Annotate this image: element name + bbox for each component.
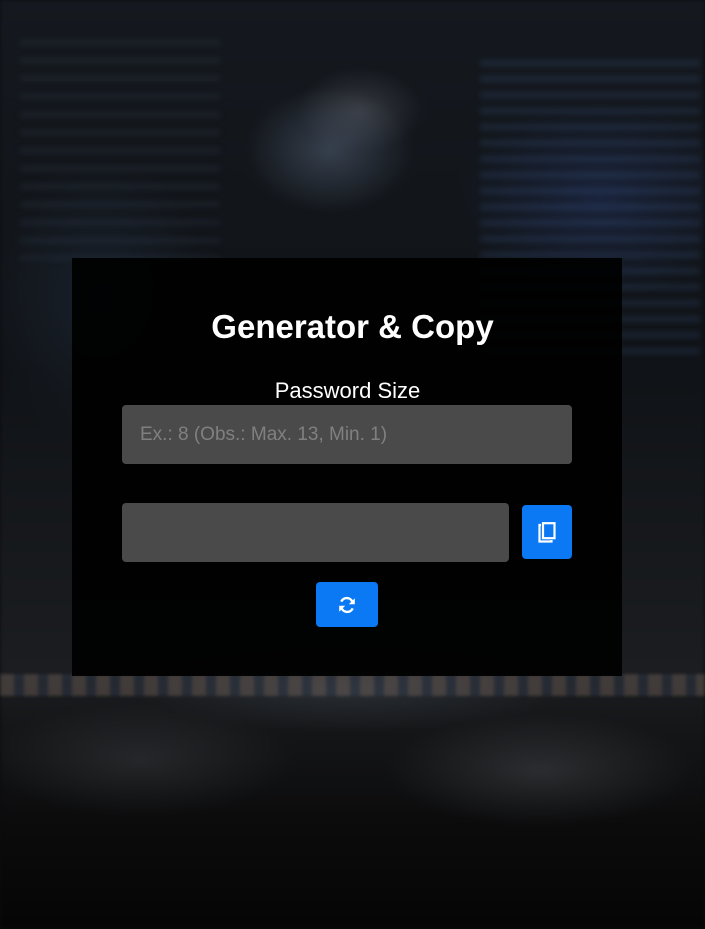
page-title: Generator & Copy [211,308,494,345]
copy-button[interactable] [522,505,572,559]
refresh-icon [337,595,357,615]
password-size-input[interactable] [122,405,572,464]
copy-icon [538,521,556,543]
generated-password-field[interactable] [122,503,509,562]
background-dock-blur [0,674,705,696]
password-size-label: Password Size [274,378,421,403]
background-code-blur-left [20,40,220,260]
generate-button[interactable] [316,582,378,627]
